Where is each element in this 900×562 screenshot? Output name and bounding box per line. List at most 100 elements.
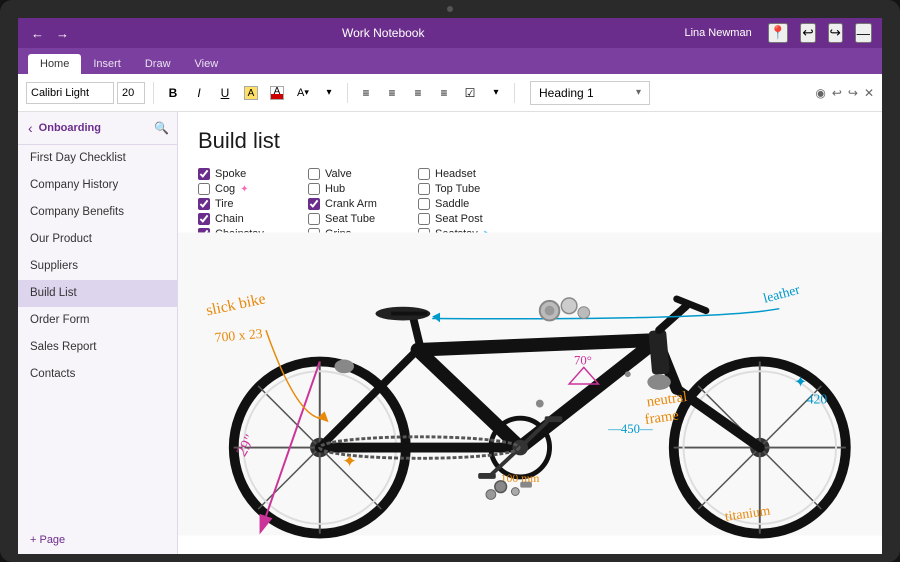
sidebar-item-sales-report[interactable]: Sales Report xyxy=(18,334,177,361)
checkbox-crank-arm[interactable] xyxy=(308,198,320,210)
check-cog: Cog ✦ xyxy=(198,183,308,195)
sidebar: ‹ Onboarding 🔍 First Day Checklist Compa… xyxy=(18,112,178,554)
svg-text:✦: ✦ xyxy=(342,451,357,471)
title-bar-nav: ← → xyxy=(28,26,72,41)
check-valve: Valve xyxy=(308,168,418,180)
check-headset-label: Headset xyxy=(435,168,476,180)
title-bar: ← → Work Notebook Lina Newman 📍 ↩ ↪ — xyxy=(18,18,882,48)
sidebar-item-suppliers[interactable]: Suppliers xyxy=(18,253,177,280)
bold-button[interactable]: B xyxy=(162,81,184,105)
check-top-tube: Top Tube xyxy=(418,183,528,195)
check-hub: Hub xyxy=(308,183,418,195)
redo-button[interactable]: ↪ xyxy=(828,23,843,43)
checkbox-spoke[interactable] xyxy=(198,168,210,180)
sidebar-item-our-product[interactable]: Our Product xyxy=(18,226,177,253)
sidebar-item-company-history[interactable]: Company History xyxy=(18,172,177,199)
heading-label: Heading 1 xyxy=(539,86,636,100)
tab-view[interactable]: View xyxy=(183,54,231,74)
sidebar-item-company-benefits[interactable]: Company Benefits xyxy=(18,199,177,226)
sidebar-header: ‹ Onboarding 🔍 xyxy=(18,112,177,145)
cog-star-icon: ✦ xyxy=(240,184,248,195)
svg-text:100 mm: 100 mm xyxy=(501,472,540,485)
sidebar-item-contacts[interactable]: Contacts xyxy=(18,361,177,388)
check-saddle: Saddle xyxy=(418,198,528,210)
sidebar-collapse-btn[interactable]: ‹ xyxy=(26,118,35,138)
checkbox-tire[interactable] xyxy=(198,198,210,210)
add-page-button[interactable]: + Page xyxy=(18,526,177,554)
indent-increase-btn[interactable]: ≡ xyxy=(433,81,455,105)
toolbar-right-icons: ◉ ↩ ↪ ✕ xyxy=(815,86,874,100)
notebook-title: Work Notebook xyxy=(82,26,684,40)
sidebar-item-order-form[interactable]: Order Form xyxy=(18,307,177,334)
svg-text:70°: 70° xyxy=(574,353,592,367)
unordered-list-btn[interactable]: ≡ xyxy=(355,81,377,105)
checkbox-top-tube[interactable] xyxy=(418,183,430,195)
checkbox-btn[interactable]: ☑ xyxy=(459,81,481,105)
dropdown-btn[interactable]: ▾ xyxy=(318,81,340,105)
highlight-button[interactable]: A xyxy=(240,81,262,105)
close-toolbar-button[interactable]: ✕ xyxy=(864,86,874,100)
svg-text:✦: ✦ xyxy=(794,374,807,391)
back-button[interactable]: ← xyxy=(28,26,47,41)
italic-button[interactable]: I xyxy=(188,81,210,105)
ribbon-toolbar: B I U A A A▾ ▾ ≡ ≡ ≡ ≡ ☑ ▾ Heading 1 ▾ xyxy=(18,74,882,112)
check-tire: Tire xyxy=(198,198,308,210)
sidebar-item-first-day[interactable]: First Day Checklist xyxy=(18,145,177,172)
check-top-tube-label: Top Tube xyxy=(435,183,480,195)
check-valve-label: Valve xyxy=(325,168,352,180)
font-size-input[interactable] xyxy=(117,82,145,104)
indent-decrease-btn[interactable]: ≡ xyxy=(407,81,429,105)
bike-svg: neutral frame leather slick bike 700 x 2… xyxy=(178,214,882,554)
check-cog-label: Cog xyxy=(215,183,235,195)
sidebar-item-build-list[interactable]: Build List xyxy=(18,280,177,307)
device-frame: ← → Work Notebook Lina Newman 📍 ↩ ↪ — Ho… xyxy=(0,0,900,562)
font-name-input[interactable] xyxy=(26,82,114,104)
page-content: Build list Spoke Cog ✦ xyxy=(178,112,882,554)
list-dropdown-btn[interactable]: ▾ xyxy=(485,81,507,105)
check-tire-label: Tire xyxy=(215,198,234,210)
ordered-list-btn[interactable]: ≡ xyxy=(381,81,403,105)
camera-icon[interactable]: ◉ xyxy=(815,86,825,100)
check-spoke: Spoke xyxy=(198,168,308,180)
page-inner: Build list Spoke Cog ✦ xyxy=(178,112,882,554)
page-title: Build list xyxy=(198,128,862,154)
font-selector-group xyxy=(26,82,154,104)
checkbox-headset[interactable] xyxy=(418,168,430,180)
undo-toolbar-button[interactable]: ↩ xyxy=(832,86,842,100)
separator-2 xyxy=(514,83,515,103)
minimize-button[interactable]: — xyxy=(855,23,872,43)
check-crank-arm-label: Crank Arm xyxy=(325,198,377,210)
check-crank-arm: Crank Arm xyxy=(308,198,418,210)
tab-draw[interactable]: Draw xyxy=(133,54,183,74)
pin-button[interactable]: 📍 xyxy=(768,23,789,43)
user-name: Lina Newman xyxy=(684,27,751,39)
sidebar-notebook-label: Onboarding xyxy=(39,122,150,134)
check-headset: Headset xyxy=(418,168,528,180)
undo-button[interactable]: ↩ xyxy=(800,23,815,43)
check-spoke-label: Spoke xyxy=(215,168,246,180)
sidebar-search-btn[interactable]: 🔍 xyxy=(154,121,169,135)
tab-home[interactable]: Home xyxy=(28,54,81,74)
title-bar-controls: 📍 ↩ ↪ — xyxy=(768,23,872,43)
font-color-button[interactable]: A xyxy=(266,81,288,105)
check-hub-label: Hub xyxy=(325,183,345,195)
redo-toolbar-button[interactable]: ↪ xyxy=(848,86,858,100)
text-effects-button[interactable]: A▾ xyxy=(292,81,314,105)
underline-button[interactable]: U xyxy=(214,81,236,105)
svg-text:—450—: —450— xyxy=(607,422,653,436)
checkbox-hub[interactable] xyxy=(308,183,320,195)
screen: ← → Work Notebook Lina Newman 📍 ↩ ↪ — Ho… xyxy=(18,18,882,554)
svg-text:420: 420 xyxy=(807,392,828,407)
heading-selector[interactable]: Heading 1 ▾ xyxy=(530,81,650,105)
heading-dropdown-btn[interactable]: ▾ xyxy=(636,87,641,98)
checkbox-valve[interactable] xyxy=(308,168,320,180)
checkbox-saddle[interactable] xyxy=(418,198,430,210)
separator-1 xyxy=(347,83,348,103)
camera-dot xyxy=(447,6,453,12)
bike-area: neutral frame leather slick bike 700 x 2… xyxy=(178,214,882,554)
checkbox-cog[interactable] xyxy=(198,183,210,195)
main-content: ‹ Onboarding 🔍 First Day Checklist Compa… xyxy=(18,112,882,554)
forward-button[interactable]: → xyxy=(53,26,72,41)
tab-insert[interactable]: Insert xyxy=(81,54,133,74)
ribbon-tabs: Home Insert Draw View xyxy=(18,48,882,74)
